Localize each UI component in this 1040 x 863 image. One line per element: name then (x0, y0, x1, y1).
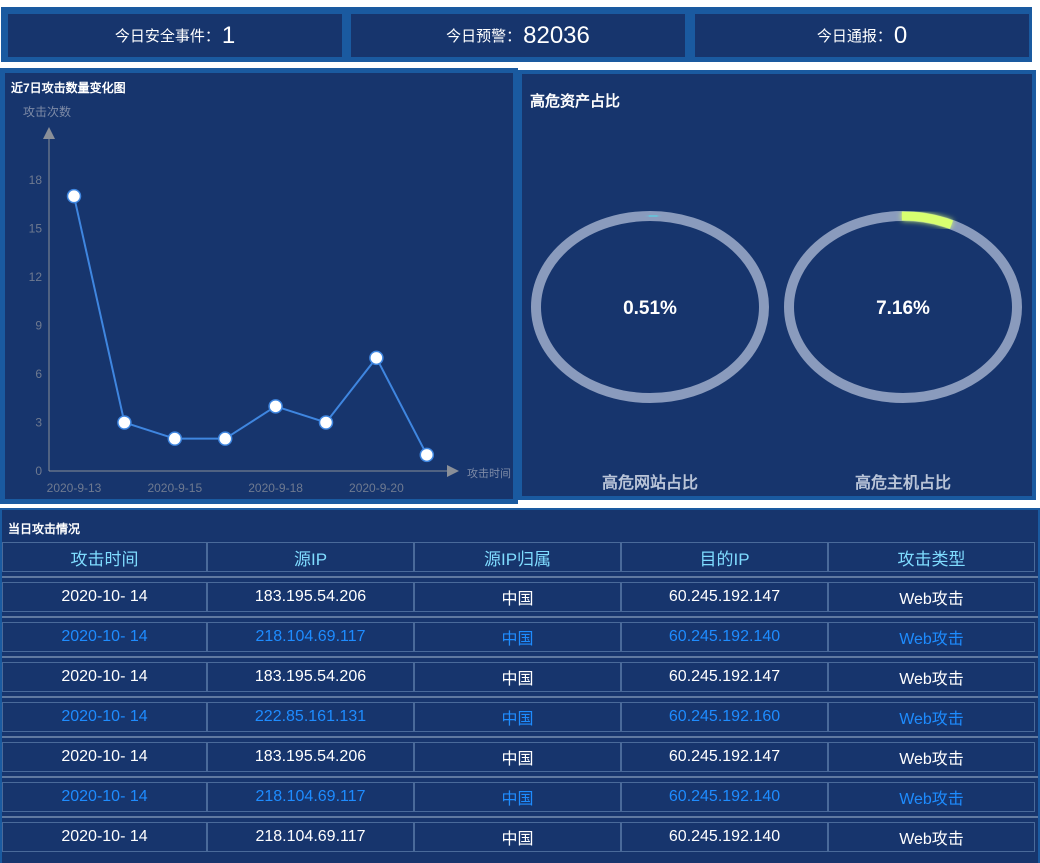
table-cell: Web攻击 (828, 662, 1035, 692)
table-cell: 2020-10- 14 (2, 742, 207, 772)
y-tick-label: 9 (35, 319, 42, 333)
x-tick-label: 2020-9-20 (349, 481, 404, 495)
table-cell: 中国 (414, 822, 621, 852)
stat-label: 今日预警： (446, 28, 522, 45)
table-cell: 60.245.192.147 (621, 662, 828, 692)
stat-security-events: 今日安全事件： 1 (8, 14, 342, 57)
y-tick-label: 3 (35, 416, 42, 430)
y-tick-label: 12 (29, 270, 43, 284)
row-divider (2, 576, 1038, 578)
table-header-cell: 攻击类型 (828, 542, 1035, 572)
data-point[interactable] (419, 447, 435, 463)
stat-value: 1 (221, 21, 236, 49)
stat-label: 今日通报： (816, 28, 892, 45)
high-risk-assets-panel: 高危资产占比 0.51% 高危网站占比 7.16% 高危主机占比 (518, 70, 1036, 500)
attack-table-panel: 当日攻击情况 攻击时间 源IP 源IP归属 目的IP 攻击类型 2020-10- 14 18… (0, 508, 1040, 863)
data-point[interactable] (217, 431, 233, 446)
ring-charts: 0.51% 高危网站占比 7.16% 高危主机占比 (531, 211, 1022, 492)
table-cell: 中国 (414, 782, 621, 812)
row-divider (2, 776, 1038, 778)
panel-title: 当日攻击情况 (8, 522, 81, 536)
table-cell: 中国 (414, 622, 621, 652)
table-cell: 60.245.192.140 (621, 622, 828, 652)
table-header-cell: 源IP归属 (414, 542, 621, 572)
stat-value: 82036 (523, 21, 590, 49)
row-divider (2, 816, 1038, 818)
data-point[interactable] (66, 188, 82, 204)
table-cell: 中国 (414, 582, 621, 612)
table-header-cell: 目的IP (621, 542, 828, 572)
ring-value-site: 0.51% (623, 298, 677, 319)
x-tick-label: 2020-9-15 (147, 481, 202, 495)
ring-label-site: 高危网站占比 (602, 473, 698, 492)
x-axis-arrow (447, 465, 459, 477)
y-axis-arrow (43, 127, 55, 139)
row-divider (2, 696, 1038, 698)
stats-bar: 今日安全事件： 1 今日预警： 82036 今日通报： 0 (1, 7, 1032, 62)
table-cell: 2020-10- 14 (2, 782, 207, 812)
table-cell: 60.245.192.147 (621, 742, 828, 772)
stat-value: 0 (893, 21, 908, 49)
attack-trend-panel: 近7日攻击数量变化图 攻击次数 攻击时间 0 3 6 9 12 15 18 2020-9-1… (0, 68, 518, 504)
table-cell: 中国 (414, 742, 621, 772)
table-cell: Web攻击 (828, 742, 1035, 772)
data-point[interactable] (268, 399, 283, 414)
ring-value-host: 7.16% (876, 298, 930, 319)
x-tick-label: 2020-9-18 (248, 481, 303, 495)
data-point[interactable] (318, 415, 334, 430)
table-cell: 2020-10- 14 (2, 822, 207, 852)
ring-label-host: 高危主机占比 (855, 473, 951, 492)
table-cell: Web攻击 (828, 822, 1035, 852)
table-cell: 2020-10- 14 (2, 622, 207, 652)
data-point[interactable] (369, 350, 384, 366)
table-cell: 218.104.69.117 (207, 822, 414, 852)
table-cell: 183.195.54.206 (207, 662, 414, 692)
table-cell: 183.195.54.206 (207, 582, 414, 612)
table-cell: 218.104.69.117 (207, 622, 414, 652)
y-tick-label: 18 (29, 173, 43, 187)
data-point[interactable] (117, 415, 132, 430)
stat-warnings: 今日预警： 82036 (351, 14, 685, 57)
table-cell: 222.85.161.131 (207, 702, 414, 732)
table-cell: 2020-10- 14 (2, 662, 207, 692)
table-cell: 60.245.192.147 (621, 582, 828, 612)
table-cell: Web攻击 (828, 582, 1035, 612)
table-cell: 183.195.54.206 (207, 742, 414, 772)
table-cell: 60.245.192.140 (621, 782, 828, 812)
table-cell: 中国 (414, 662, 621, 692)
table-header-cell: 攻击时间 (2, 542, 207, 572)
table-cell: Web攻击 (828, 622, 1035, 652)
table-header-cell: 源IP (207, 542, 414, 572)
row-divider (2, 616, 1038, 618)
data-point[interactable] (167, 431, 183, 446)
stat-label: 今日安全事件： (114, 28, 220, 45)
y-tick-label: 15 (29, 222, 43, 236)
table-cell: Web攻击 (828, 702, 1035, 732)
row-divider (2, 656, 1038, 658)
y-axis-title: 攻击次数 (23, 104, 71, 119)
table-cell: 2020-10- 14 (2, 582, 207, 612)
table-cell: 中国 (414, 702, 621, 732)
row-divider (2, 736, 1038, 738)
table-cell: 2020-10- 14 (2, 702, 207, 732)
table-cell: Web攻击 (828, 782, 1035, 812)
stat-notifications: 今日通报： 0 (695, 14, 1029, 57)
x-axis-title: 攻击时间 (467, 466, 511, 480)
y-tick-label: 6 (35, 367, 42, 381)
attack-trend-chart: 攻击次数 攻击时间 0 3 6 9 12 15 18 2020-9-13 2020-9-15 2… (23, 104, 511, 495)
y-tick-label: 0 (35, 464, 42, 478)
x-tick-label: 2020-9-13 (47, 481, 102, 495)
table-cell: 218.104.69.117 (207, 782, 414, 812)
table-cell: 60.245.192.140 (621, 822, 828, 852)
table-cell: 60.245.192.160 (621, 702, 828, 732)
